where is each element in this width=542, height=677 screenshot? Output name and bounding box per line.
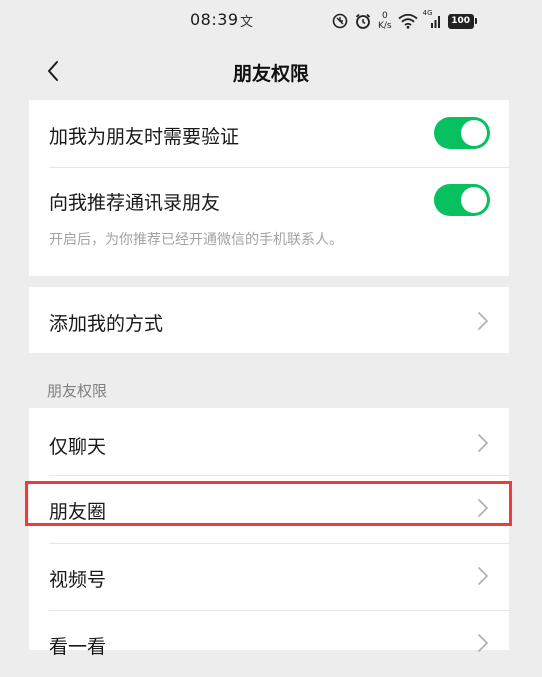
do-not-disturb-icon (332, 13, 348, 29)
list-item-label: 仅聊天 (49, 436, 107, 458)
add-methods-card: 添加我的方式 (29, 287, 509, 353)
list-item-moments[interactable]: 朋友圈 (29, 476, 509, 542)
add-verification-row: 加我为朋友时需要验证 (29, 100, 509, 166)
recommend-contacts-row: 向我推荐通讯录朋友 (29, 168, 509, 234)
list-item-label: 朋友圈 (49, 501, 107, 523)
chevron-right-icon (478, 634, 488, 652)
list-item-label: 视频号 (49, 569, 107, 591)
wifi-icon (398, 13, 418, 29)
signal-icon: 4G (423, 9, 442, 29)
verification-card: 加我为朋友时需要验证 向我推荐通讯录朋友 开启后，为你推荐已经开通微信的手机联系… (29, 100, 509, 276)
net-speed-icon: 0 K/s (378, 11, 392, 31)
input-method-icon: 文 (240, 15, 254, 30)
net-speed-unit: K/s (378, 21, 392, 31)
toggle-knob (461, 120, 487, 146)
list-item-label: 看一看 (49, 636, 107, 658)
chevron-right-icon (478, 312, 488, 330)
status-icons: 0 K/s 4G 100 (332, 8, 477, 34)
toggle-knob (461, 187, 487, 213)
add-verification-toggle[interactable] (434, 117, 490, 149)
list-item-channels[interactable]: 视频号 (29, 544, 509, 610)
status-bar: 08:39 文 0 K/s 4G 100 (0, 0, 542, 42)
add-verification-label: 加我为朋友时需要验证 (49, 126, 240, 148)
list-item-chat-only[interactable]: 仅聊天 (29, 408, 509, 474)
recommend-contacts-label: 向我推荐通讯录朋友 (49, 192, 221, 214)
recommend-contacts-toggle[interactable] (434, 184, 490, 216)
battery-icon: 100 (447, 13, 477, 29)
section-header-friend-permissions: 朋友权限 (47, 382, 108, 400)
add-methods-row[interactable]: 添加我的方式 (29, 287, 509, 353)
chevron-right-icon (478, 434, 488, 452)
chevron-right-icon (478, 499, 488, 517)
net-speed-value: 0 (381, 11, 388, 21)
list-item-top-stories[interactable]: 看一看 (29, 611, 509, 677)
status-time: 08:39 (190, 10, 239, 29)
recommend-contacts-hint: 开启后，为你推荐已经开通微信的手机联系人。 (49, 232, 343, 248)
add-methods-label: 添加我的方式 (49, 313, 164, 335)
chevron-right-icon (478, 567, 488, 585)
page-title: 朋友权限 (232, 63, 309, 85)
nav-bar: 朋友权限 (0, 42, 542, 100)
alarm-icon (354, 12, 372, 30)
network-type: 4G (422, 9, 433, 17)
friend-permissions-card: 仅聊天 朋友圈 视频号 看一看 (29, 408, 509, 658)
